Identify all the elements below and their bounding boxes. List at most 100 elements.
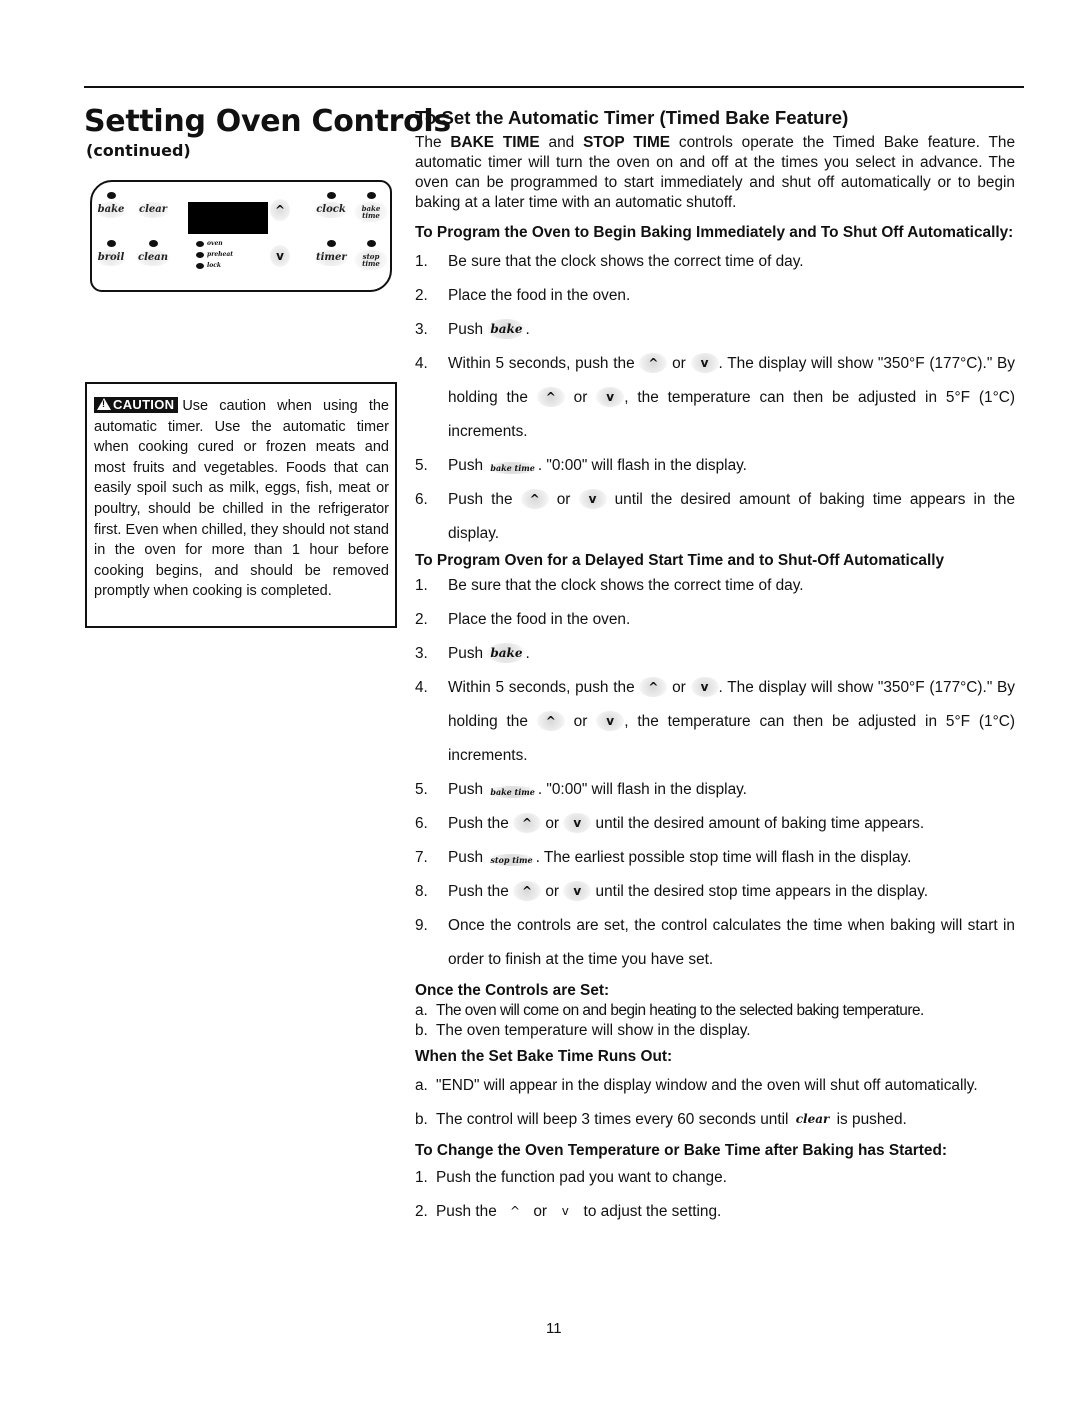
up-arrow-key-icon: ^ [520, 489, 549, 509]
up-arrow-key-icon: ^ [513, 881, 542, 901]
or-text: or [672, 355, 686, 372]
step-number: 2. [415, 611, 428, 628]
led-icon [366, 240, 376, 247]
display-window [188, 202, 268, 234]
step-item: 6. Push the ^ or v until the desired amou… [415, 807, 1015, 841]
caution-text: Use caution when using the automatic tim… [94, 398, 389, 600]
step-text: Push [448, 645, 488, 662]
step-text: Push [448, 849, 488, 866]
lock-led-label: lock [207, 262, 222, 269]
bake-time-key-icon: bake time [487, 786, 538, 798]
clean-pad-label: clean [136, 250, 170, 266]
preheat-led-label: preheat [207, 251, 234, 258]
lock-status-led: lock [196, 262, 221, 270]
broil-pad-label: broil [95, 250, 127, 266]
step-text: Push [448, 457, 488, 474]
step-number: 3. [415, 645, 428, 662]
intro-text: and [539, 134, 584, 151]
item-text: The control will beep 3 times every 60 s… [436, 1111, 793, 1128]
item-text: to adjust the setting. [579, 1203, 722, 1220]
caution-badge-label: CAUTION [113, 397, 175, 412]
section-heading: To Set the Automatic Timer (Timed Bake F… [415, 107, 849, 128]
item-text: Push the function pad you want to change… [436, 1169, 727, 1186]
step-text: Push the [448, 883, 514, 900]
up-arrow-key-icon: ^ [639, 353, 668, 373]
step-item: 3. Push bake. [415, 313, 1015, 347]
item-letter: b. [415, 1022, 428, 1039]
led-icon [196, 251, 204, 258]
up-arrow-pad: ^ [270, 199, 290, 221]
item-letter: a. [415, 1077, 428, 1094]
item-text: The oven temperature will show in the di… [436, 1022, 751, 1039]
change-list: 1. Push the function pad you want to chan… [415, 1161, 1015, 1229]
step-text: Within 5 seconds, push the [448, 355, 640, 372]
stop-time-term: STOP TIME [583, 134, 671, 151]
down-arrow-pad: v [270, 245, 290, 267]
item-text: Push the [436, 1203, 502, 1220]
intro-text: The [415, 134, 451, 151]
step-number: 1. [415, 253, 428, 270]
step-text: . [525, 645, 530, 662]
delayed-heading: To Program Oven for a Delayed Start Time… [415, 552, 945, 569]
up-arrow-key-icon: ^ [639, 677, 668, 697]
warning-triangle-icon [97, 398, 111, 410]
step-text: Push the [448, 815, 514, 832]
step-text: until the desired stop time appears in t… [591, 883, 929, 900]
immediate-heading: To Program the Oven to Begin Baking Imme… [415, 224, 1014, 241]
step-number: 6. [415, 815, 428, 832]
bake-time-pad: bake time [354, 192, 388, 222]
down-arrow-key-icon: v [578, 489, 607, 509]
step-text: until the desired amount of baking time … [591, 815, 925, 832]
bake-key-icon: bake [487, 319, 526, 339]
or-text: or [672, 679, 686, 696]
step-number: 3. [415, 321, 428, 338]
page-title: Setting Oven Controls [84, 104, 451, 139]
down-arrow-key-icon: v [596, 711, 625, 731]
intro-paragraph: The BAKE TIME and STOP TIME controls ope… [415, 133, 1015, 213]
caution-box: CAUTIONUse caution when using the automa… [85, 382, 397, 628]
or-text: or [533, 1203, 547, 1220]
bake-time-term: BAKE TIME [450, 134, 540, 151]
list-item: a. "END" will appear in the display windo… [415, 1069, 1015, 1103]
runs-out-list: a. "END" will appear in the display windo… [415, 1069, 1015, 1137]
step-text: Push [448, 781, 488, 798]
oven-led-label: oven [207, 240, 223, 247]
step-number: 6. [415, 491, 428, 508]
up-arrow-key-icon: ^ [536, 387, 565, 407]
step-number: 2. [415, 287, 428, 304]
led-icon [326, 240, 336, 247]
step-item: 5. Push bake time. "0:00" will flash in t… [415, 449, 1015, 483]
runs-out-heading: When the Set Bake Time Runs Out: [415, 1048, 673, 1065]
step-item: 4. Within 5 seconds, push the ^ or v. The… [415, 671, 1015, 773]
up-arrow-key-icon: ^ [536, 711, 565, 731]
led-icon [106, 240, 116, 247]
led-icon [196, 262, 204, 269]
step-number: 8. [415, 883, 428, 900]
step-text: Be sure that the clock shows the correct… [448, 253, 804, 270]
item-letter: a. [415, 1002, 428, 1019]
led-icon [196, 240, 204, 247]
list-item: a. The oven will come on and begin heatin… [415, 1001, 1015, 1021]
step-item: 6. Push the ^ or v until the desired amou… [415, 483, 1015, 551]
step-item: 7. Push stop time. The earliest possible … [415, 841, 1015, 875]
page-number: 11 [546, 1320, 562, 1337]
change-section: To Change the Oven Temperature or Bake T… [415, 1141, 1015, 1229]
once-set-section: Once the Controls are Set: a. The oven wi… [415, 981, 1015, 1041]
step-item: 2. Place the food in the oven. [415, 279, 1015, 313]
clock-pad-label: clock [314, 202, 348, 218]
led-icon [366, 192, 376, 199]
step-number: 5. [415, 781, 428, 798]
step-text: . "0:00" will flash in the display. [537, 781, 747, 798]
clear-pad-label: clear [137, 202, 169, 218]
bake-pad: bake [94, 192, 128, 218]
top-rule [84, 86, 1024, 88]
once-set-heading: Once the Controls are Set: [415, 982, 610, 999]
or-text: or [545, 883, 559, 900]
stop-time-pad: stop time [354, 240, 388, 270]
bake-time-key-icon: bake time [487, 462, 538, 474]
list-item: 2. Push the ^ or v to adjust the setting. [415, 1195, 1015, 1229]
led-icon [106, 192, 116, 199]
immediate-section: To Program the Oven to Begin Baking Imme… [415, 223, 1015, 551]
step-number: 9. [415, 917, 428, 934]
broil-pad: broil [94, 240, 128, 266]
